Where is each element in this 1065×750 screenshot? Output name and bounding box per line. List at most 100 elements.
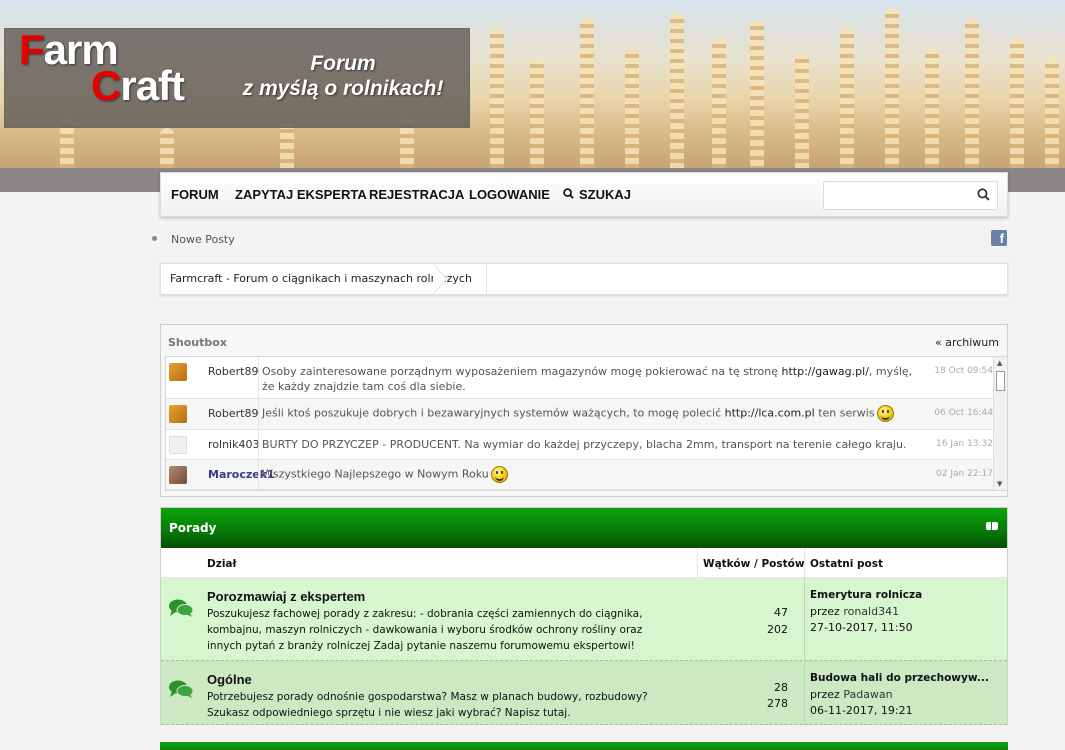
- forum-post-count: 202: [767, 623, 788, 636]
- avatar[interactable]: [169, 436, 187, 454]
- nav-login[interactable]: LOGOWANIE: [469, 187, 550, 202]
- shoutbox: Shoutbox « archiwum Robert89 Osoby zaint…: [160, 324, 1008, 497]
- shoutbox-message: Robert89 Jeśli ktoś poszukuje dobrych i …: [166, 399, 995, 430]
- wheat-decoration: [840, 28, 854, 168]
- forum-post-count: 278: [767, 697, 788, 710]
- bullet-icon: [152, 236, 157, 241]
- avatar[interactable]: [169, 363, 187, 381]
- shoutbox-messages[interactable]: Robert89 Osoby zainteresowane porządnym …: [165, 356, 1008, 491]
- wheat-decoration: [1010, 38, 1024, 168]
- header-banner: Farm Craft Forum z myślą o rolnikach!: [0, 0, 1065, 168]
- wheat-decoration: [750, 20, 764, 168]
- collapse-icon[interactable]: [986, 522, 998, 530]
- wheat-decoration: [490, 28, 504, 168]
- tagline-line2: z myślą o rolnikach!: [242, 77, 444, 100]
- wheat-decoration: [885, 8, 899, 168]
- forum-chat-icon: [169, 599, 194, 617]
- main-navbar: FORUM ZAPYTAJ EKSPERTA REJESTRACJA LOGOW…: [160, 172, 1008, 217]
- wheat-decoration: [280, 123, 294, 168]
- shoutbox-date: 18 Oct 09:54: [934, 366, 993, 376]
- search-input[interactable]: [824, 182, 972, 209]
- column-counts: Wątków / Postów: [703, 558, 805, 570]
- nav-search-label: SZUKAJ: [579, 187, 632, 202]
- divider: [258, 430, 259, 459]
- wheat-decoration: [580, 18, 594, 168]
- scrollbar-thumb[interactable]: [996, 371, 1005, 391]
- search-button[interactable]: [977, 188, 991, 202]
- last-post-username[interactable]: ronald341: [843, 605, 899, 618]
- wheat-decoration: [1045, 58, 1059, 168]
- shoutbox-link[interactable]: http://lca.com.pl: [725, 407, 815, 420]
- shoutbox-link[interactable]: http://gawag.pl/: [782, 365, 869, 378]
- last-post-date: 06-11-2017, 19:21: [810, 704, 913, 717]
- forum-thread-count: 28: [774, 681, 788, 694]
- shoutbox-message: rolnik403 BURTY DO PRZYCZEP - PRODUCENT.…: [166, 430, 995, 460]
- forum-title[interactable]: Porozmawiaj z ekspertem: [207, 589, 365, 604]
- search-icon: [563, 187, 574, 202]
- logo-line-craft: Craft: [91, 62, 185, 109]
- next-category-header: [160, 742, 1008, 750]
- category-title[interactable]: Porady: [169, 521, 216, 535]
- last-post-title[interactable]: Emerytura rolnicza: [810, 589, 922, 601]
- wheat-decoration: [712, 38, 726, 168]
- breadcrumb: Farmcraft - Forum o ciągnikach i maszyna…: [160, 263, 1008, 295]
- forum-category: Porady Dział Wątków / Postów Ostatni pos…: [160, 507, 1008, 725]
- smiley-icon: [876, 405, 894, 422]
- wheat-decoration: [925, 48, 939, 168]
- logo[interactable]: Farm Craft Forum z myślą o rolnikach!: [4, 28, 470, 128]
- last-post-author: przez ronald341: [810, 605, 900, 618]
- scroll-up-icon[interactable]: ▲: [997, 359, 1002, 367]
- nav-search[interactable]: SZUKAJ: [563, 187, 631, 202]
- new-posts-link[interactable]: Nowe Posty: [171, 233, 235, 246]
- divider: [258, 399, 259, 429]
- divider: [804, 548, 805, 577]
- last-post-author: przez Padawan: [810, 688, 893, 701]
- site-tagline: Forum z myślą o rolnikach!: [233, 51, 453, 101]
- shoutbox-scrollbar[interactable]: ▲ ▼: [993, 357, 1007, 490]
- divider: [258, 460, 259, 489]
- shoutbox-message: Robert89 Osoby zainteresowane porządnym …: [166, 357, 995, 399]
- table-header: Dział Wątków / Postów Ostatni post: [161, 548, 1007, 578]
- forum-description: Potrzebujesz porady odnośnie gospodarstw…: [207, 691, 648, 719]
- shoutbox-date: 06 Oct 16:44: [934, 408, 993, 418]
- search-icon: [977, 188, 990, 201]
- shoutbox-message: Maroczek1 Wszystkiego Najlepszego w Nowy…: [166, 460, 995, 490]
- wheat-decoration: [795, 53, 809, 168]
- shoutbox-username[interactable]: Robert89: [208, 365, 258, 378]
- divider: [804, 661, 805, 724]
- last-post-date: 27-10-2017, 11:50: [810, 621, 913, 634]
- avatar[interactable]: [169, 405, 187, 423]
- wheat-decoration: [530, 58, 544, 168]
- divider: [804, 578, 805, 660]
- shoutbox-date: 02 Jan 22:17: [936, 469, 993, 479]
- forum-chat-icon: [169, 680, 194, 698]
- wheat-decoration: [160, 128, 174, 168]
- forum-title[interactable]: Ogólne: [207, 672, 252, 687]
- wheat-decoration: [965, 18, 979, 168]
- nav-register[interactable]: REJESTRACJA: [369, 187, 464, 202]
- last-post-username[interactable]: Padawan: [843, 688, 892, 701]
- shoutbox-title: Shoutbox: [168, 336, 227, 349]
- column-last-post: Ostatni post: [810, 558, 884, 570]
- column-forum: Dział: [207, 558, 237, 570]
- scroll-down-icon[interactable]: ▼: [997, 480, 1002, 488]
- shoutbox-username[interactable]: Robert89: [208, 407, 258, 420]
- wheat-decoration: [625, 48, 639, 168]
- forum-row: Porozmawiaj z ekspertem Poszukujesz fach…: [161, 578, 1007, 661]
- forum-description: Poszukujesz fachowej porady z zakresu: -…: [207, 608, 643, 652]
- forum-thread-count: 47: [774, 606, 788, 619]
- last-post-title[interactable]: Budowa hali do przechowyw...: [810, 672, 989, 684]
- shoutbox-text: Jeśli ktoś poszukuje dobrych i bezawaryj…: [262, 405, 922, 422]
- facebook-icon[interactable]: f: [991, 230, 1007, 246]
- divider: [258, 357, 259, 398]
- divider: [697, 548, 698, 577]
- shoutbox-username[interactable]: rolnik403: [208, 438, 259, 451]
- smiley-icon: [490, 466, 508, 483]
- search-box: [823, 181, 998, 210]
- shoutbox-text: Osoby zainteresowane porządnym wyposażen…: [262, 365, 913, 393]
- nav-ask-expert[interactable]: ZAPYTAJ EKSPERTA: [235, 187, 367, 202]
- nav-forum[interactable]: FORUM: [171, 187, 219, 202]
- avatar[interactable]: [169, 466, 187, 484]
- shoutbox-archive-link[interactable]: « archiwum: [935, 336, 999, 349]
- shoutbox-text: BURTY DO PRZYCZEP - PRODUCENT. Na wymiar…: [262, 438, 907, 451]
